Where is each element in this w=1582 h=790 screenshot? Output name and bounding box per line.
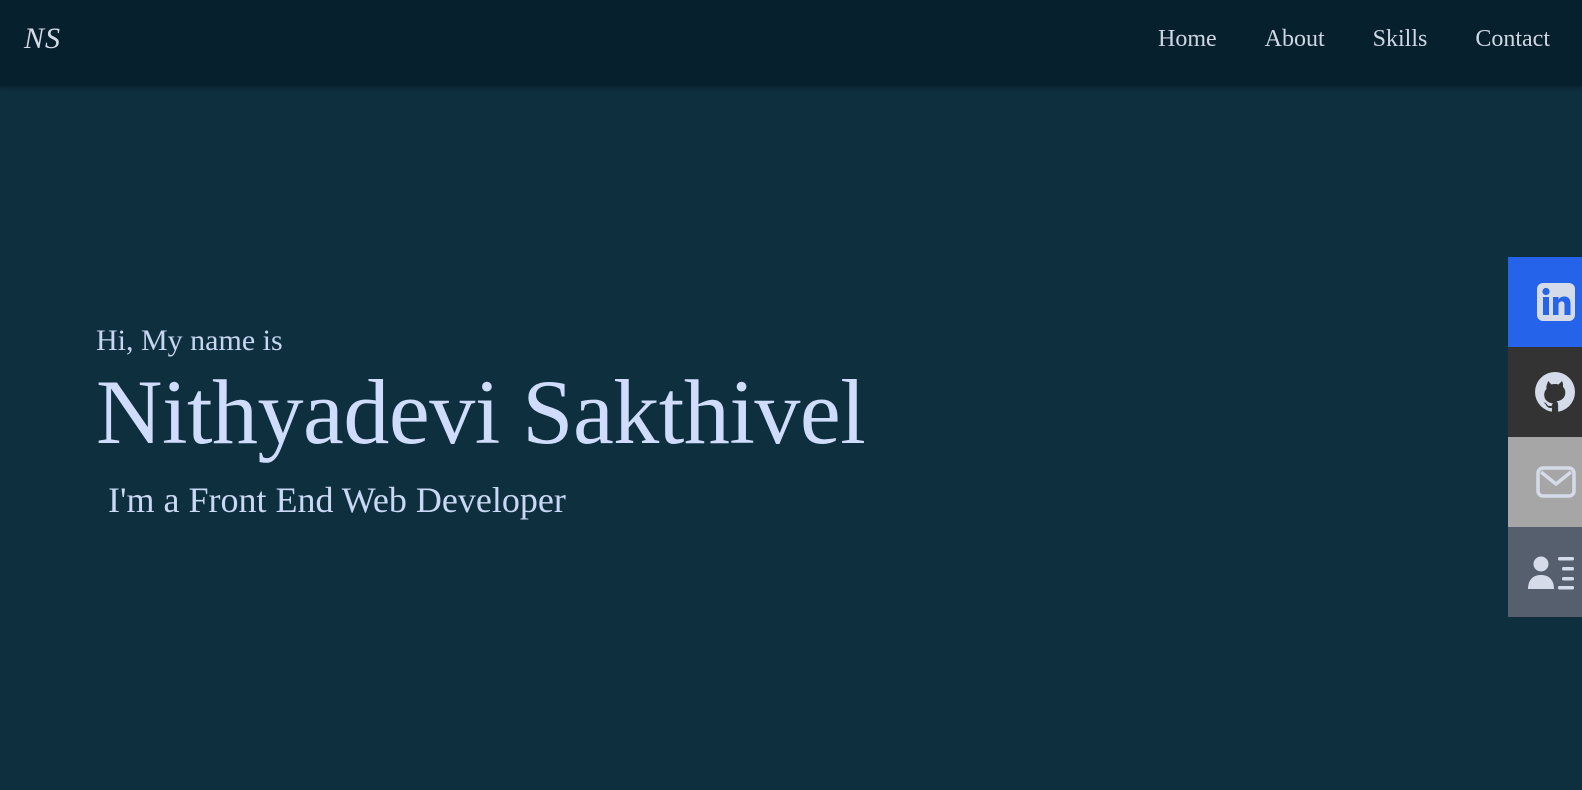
- hero-name: Nithyadevi Sakthivel: [96, 361, 866, 463]
- linkedin-icon: [1536, 282, 1576, 322]
- nav-links: Home About Skills Contact: [1158, 26, 1550, 53]
- linkedin-link[interactable]: [1508, 257, 1582, 347]
- resume-icon: [1528, 553, 1576, 591]
- nav-link-skills[interactable]: Skills: [1373, 26, 1428, 53]
- nav-link-home[interactable]: Home: [1158, 26, 1217, 53]
- resume-link[interactable]: [1508, 527, 1582, 617]
- social-sidebar: [1508, 257, 1582, 617]
- mail-icon: [1536, 466, 1576, 498]
- hero-greeting: Hi, My name is: [96, 324, 283, 357]
- nav-link-contact[interactable]: Contact: [1475, 26, 1550, 53]
- github-icon: [1534, 371, 1576, 413]
- navbar: NS Home About Skills Contact: [0, 0, 1582, 86]
- github-link[interactable]: [1508, 347, 1582, 437]
- email-link[interactable]: [1508, 437, 1582, 527]
- site-logo[interactable]: NS: [24, 22, 61, 56]
- hero-section: Hi, My name is Nithyadevi Sakthivel I'm …: [96, 324, 866, 520]
- hero-tagline: I'm a Front End Web Developer: [108, 480, 566, 520]
- nav-link-about[interactable]: About: [1265, 26, 1325, 53]
